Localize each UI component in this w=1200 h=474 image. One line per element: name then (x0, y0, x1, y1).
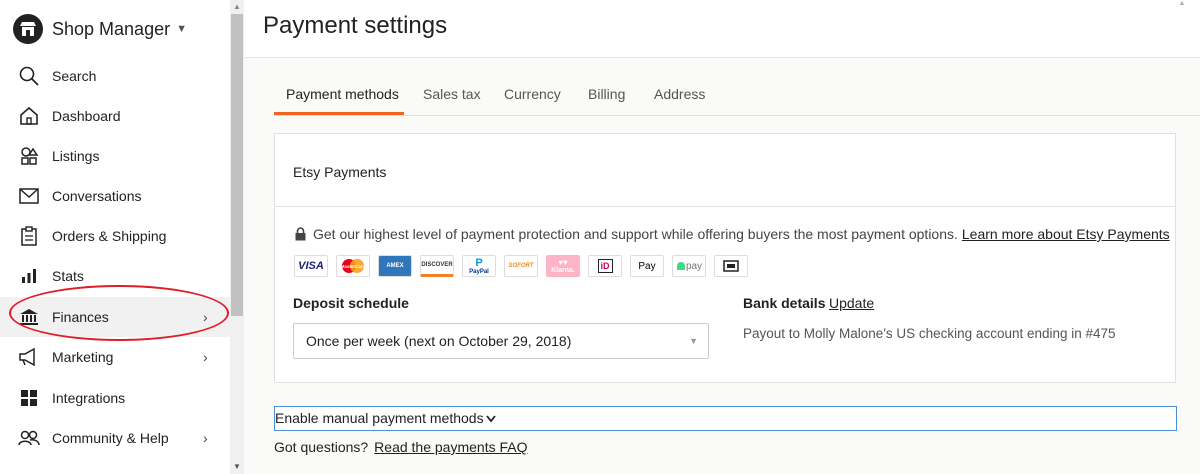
sidebar-item-conversations[interactable]: Conversations (0, 176, 230, 216)
klarna-icon: ♥♥ Klarna. (546, 255, 580, 277)
deposit-schedule-select[interactable]: Once per week (next on October 29, 2018)… (293, 323, 709, 359)
android-pay-label: pay (685, 260, 703, 272)
faq-row: Got questions? Read the payments FAQ (274, 439, 527, 455)
amex-icon: AMEX (378, 255, 412, 277)
apple-pay-label: Pay (638, 260, 656, 272)
mastercard-label: MasterCard (341, 264, 366, 269)
main-panel: Payment settings ▲ Payment methods Sales… (244, 0, 1200, 474)
discover-icon: DISCOVER (420, 255, 454, 277)
megaphone-icon (18, 346, 40, 368)
chevron-right-icon: › (203, 309, 208, 325)
sofort-icon: SOFORT (504, 255, 538, 277)
visa-label: VISA (298, 260, 324, 272)
manual-payments-label: Enable manual payment methods (275, 410, 484, 426)
sidebar-item-label: Conversations (52, 188, 142, 204)
bar-chart-icon (18, 265, 40, 287)
card-title: Etsy Payments (293, 164, 387, 180)
payments-faq-link[interactable]: Read the payments FAQ (374, 439, 527, 455)
sidebar-item-label: Orders & Shipping (52, 228, 167, 244)
mastercard-icon: MasterCard (336, 255, 370, 277)
caret-down-icon: ▼ (176, 23, 187, 35)
sidebar-item-dashboard[interactable]: Dashboard (0, 96, 230, 136)
discover-label: DISCOVER (421, 262, 453, 268)
scroll-up-arrow-icon[interactable]: ▲ (1176, 0, 1188, 14)
people-icon (18, 427, 40, 449)
sidebar-item-label: Finances (52, 309, 109, 325)
sidebar-item-label: Listings (52, 148, 100, 164)
sidebar-item-stats[interactable]: Stats (0, 256, 230, 296)
shop-manager-menu[interactable]: Shop Manager ▼ (13, 14, 187, 44)
scroll-thumb[interactable] (231, 14, 243, 316)
shop-icon (13, 14, 43, 44)
sidebar-item-label: Search (52, 68, 97, 84)
paypal-icon: P PayPal (462, 255, 496, 277)
etsy-gift-card-icon (714, 255, 748, 277)
bank-icon (18, 306, 40, 328)
grid-icon (18, 387, 40, 409)
sidebar-item-label: Dashboard (52, 108, 121, 124)
chevron-right-icon: › (203, 430, 208, 446)
payout-text: Payout to Molly Malone's US checking acc… (743, 326, 1116, 341)
mail-icon (18, 185, 40, 207)
lock-icon (295, 227, 306, 241)
tab-address[interactable]: Address (654, 86, 705, 116)
sidebar-item-community-help[interactable]: Community & Help › (0, 418, 230, 458)
sidebar-item-label: Community & Help (52, 430, 169, 446)
bank-update-link[interactable]: Update (829, 295, 874, 311)
search-icon (18, 65, 40, 87)
bank-details-label: Bank details (743, 295, 826, 311)
tab-billing[interactable]: Billing (588, 86, 625, 116)
chevron-down-icon: ▼ (689, 336, 698, 346)
clipboard-icon (18, 225, 40, 247)
protection-text: Get our highest level of payment protect… (313, 226, 958, 242)
sidebar-item-marketing[interactable]: Marketing › (0, 337, 230, 377)
sidebar-item-listings[interactable]: Listings (0, 136, 230, 176)
ideal-icon: iD (588, 255, 622, 277)
home-icon (18, 105, 40, 127)
shapes-icon (18, 145, 40, 167)
etsy-payments-card: Etsy Payments Get our highest level of p… (274, 133, 1176, 383)
ideal-label: iD (597, 259, 613, 273)
sidebar-item-label: Stats (52, 268, 84, 284)
scroll-up-arrow-icon[interactable]: ▲ (230, 0, 244, 14)
sidebar-scrollbar[interactable]: ▲ ▼ (230, 0, 244, 474)
sidebar-item-orders-shipping[interactable]: Orders & Shipping (0, 216, 230, 256)
sofort-label: SOFORT (508, 263, 534, 269)
chevron-right-icon: › (203, 349, 208, 365)
android-pay-icon: pay (672, 255, 706, 277)
apple-pay-icon: Pay (630, 255, 664, 277)
deposit-schedule-label: Deposit schedule (293, 295, 409, 311)
tab-sales-tax[interactable]: Sales tax (423, 86, 481, 116)
sidebar-item-integrations[interactable]: Integrations (0, 378, 230, 418)
tab-currency[interactable]: Currency (504, 86, 561, 116)
scroll-down-arrow-icon[interactable]: ▼ (230, 460, 244, 474)
deposit-schedule-value: Once per week (next on October 29, 2018) (306, 333, 572, 349)
sidebar-item-label: Integrations (52, 390, 126, 406)
learn-more-link[interactable]: Learn more about Etsy Payments (962, 226, 1170, 242)
sidebar-item-finances[interactable]: Finances › (0, 297, 230, 337)
sidebar-item-label: Marketing (52, 349, 114, 365)
divider (274, 115, 1200, 116)
enable-manual-payments-toggle[interactable]: Enable manual payment methods (274, 406, 1177, 431)
faq-question: Got questions? (274, 439, 369, 455)
protection-message: Get our highest level of payment protect… (295, 226, 1170, 242)
divider (275, 206, 1175, 207)
amex-label: AMEX (386, 263, 404, 269)
sidebar: Shop Manager ▼ Search Dashboard Listings… (0, 0, 230, 474)
visa-icon: VISA (294, 255, 328, 277)
chevron-down-icon (485, 412, 496, 426)
sidebar-item-search[interactable]: Search (0, 56, 230, 96)
page-title: Payment settings (263, 12, 448, 39)
content-area: Payment methods Sales tax Currency Billi… (244, 58, 1200, 474)
paypal-label: PayPal (469, 269, 489, 275)
klarna-label: Klarna. (551, 267, 575, 274)
shop-manager-title: Shop Manager (52, 18, 171, 39)
